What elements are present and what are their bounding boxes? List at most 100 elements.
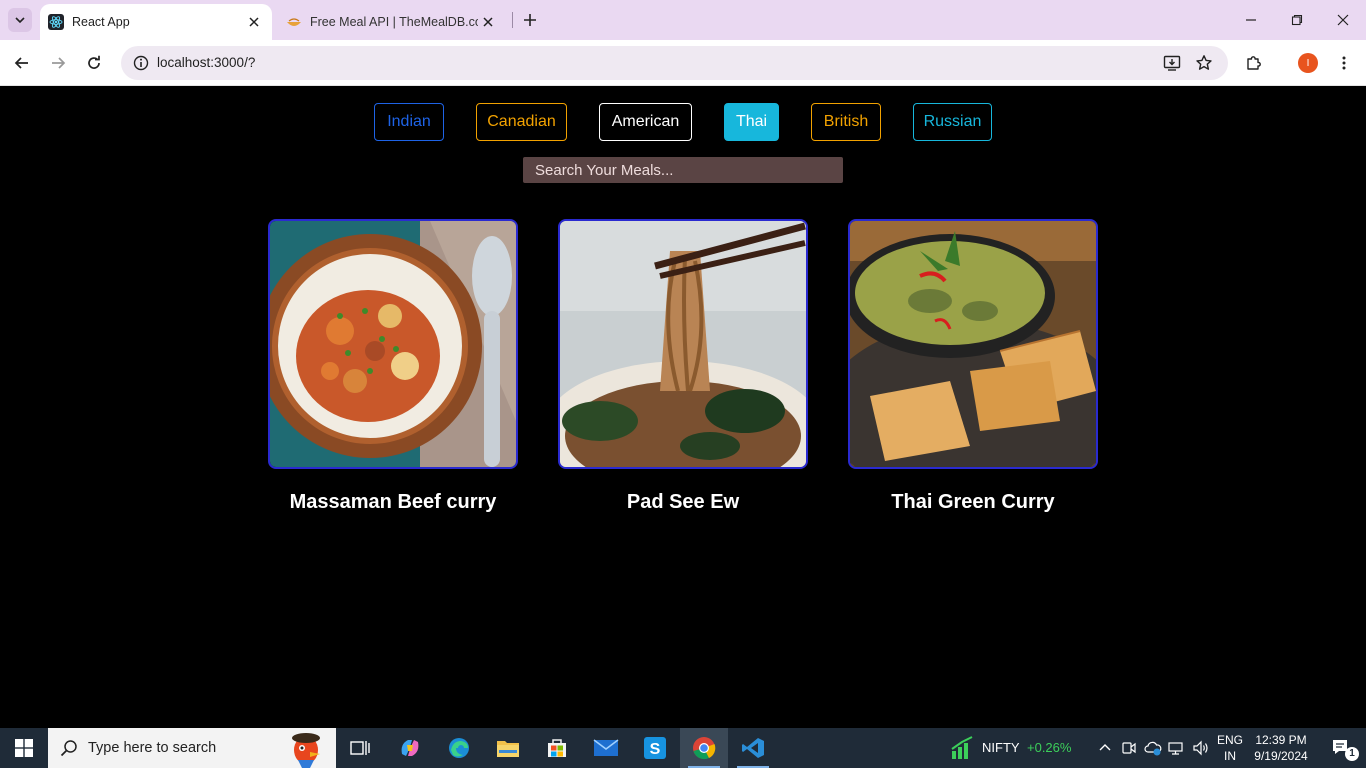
- chevron-up-icon: [1099, 744, 1111, 751]
- meal-card[interactable]: Pad See Ew: [558, 219, 808, 514]
- restore-button[interactable]: [1274, 0, 1320, 40]
- meal-app-page: Indian Canadian American Thai British Ru…: [0, 87, 1366, 728]
- extensions-button[interactable]: [1240, 49, 1268, 77]
- browser-menu-button[interactable]: [1330, 49, 1358, 77]
- mail-button[interactable]: [582, 728, 630, 768]
- search-highlight-icon: [292, 733, 320, 768]
- search-icon: [60, 740, 77, 757]
- url-text: localhost:3000/?: [157, 55, 256, 70]
- vscode-icon: [742, 738, 764, 758]
- clock-date: 9/19/2024: [1254, 749, 1308, 763]
- chrome-icon: [693, 737, 716, 760]
- tab-divider: [512, 12, 513, 28]
- avatar: I: [1298, 53, 1318, 73]
- show-hidden-icons-button[interactable]: [1094, 728, 1116, 768]
- mail-icon: [593, 739, 619, 756]
- windows-logo-icon: [15, 739, 33, 757]
- meal-card[interactable]: Massaman Beef curry: [268, 219, 518, 514]
- arrow-left-icon: [14, 57, 28, 69]
- close-tab-button[interactable]: [244, 12, 264, 32]
- mealdb-logo-icon: [287, 18, 301, 26]
- file-explorer-button[interactable]: [484, 728, 532, 768]
- tab-react-app[interactable]: React App: [40, 4, 272, 40]
- arrow-right-icon: [52, 57, 66, 69]
- meal-search-input[interactable]: [523, 157, 843, 183]
- cloud-sync-icon: [1144, 741, 1162, 756]
- tab-mealdb[interactable]: Free Meal API | TheMealDB.com: [278, 4, 506, 40]
- copilot-button[interactable]: [386, 728, 434, 768]
- close-tab-button[interactable]: [478, 12, 498, 32]
- tab-title: Free Meal API | TheMealDB.com: [310, 15, 478, 29]
- network-icon: [1168, 742, 1183, 755]
- plus-icon: [524, 14, 536, 26]
- back-button[interactable]: [8, 49, 36, 77]
- more-vertical-icon: [1342, 56, 1346, 70]
- pad-see-ew-image[interactable]: [558, 219, 808, 469]
- meal-card[interactable]: Thai Green Curry: [848, 219, 1098, 514]
- browser-tabstrip: React App Free Meal API | TheMealDB.com: [0, 0, 1366, 40]
- skype-button[interactable]: S: [631, 728, 679, 768]
- tab-search-button[interactable]: [8, 8, 32, 32]
- chevron-down-icon: [15, 17, 25, 24]
- input-language-indicator[interactable]: ENG IN: [1214, 732, 1246, 764]
- clock[interactable]: 12:39 PM 9/19/2024: [1250, 732, 1312, 764]
- install-icon: [1163, 55, 1181, 71]
- close-window-button[interactable]: [1320, 0, 1366, 40]
- svg-text:S: S: [650, 741, 661, 758]
- category-button-british[interactable]: British: [811, 103, 881, 141]
- chrome-button[interactable]: [680, 728, 728, 768]
- category-button-indian[interactable]: Indian: [374, 103, 444, 141]
- react-logo-icon: [48, 14, 64, 30]
- volume-button[interactable]: [1190, 728, 1212, 768]
- forward-button[interactable]: [44, 49, 72, 77]
- restore-icon: [1291, 14, 1303, 26]
- category-button-thai[interactable]: Thai: [724, 103, 779, 141]
- close-icon: [249, 17, 259, 27]
- meal-title: Pad See Ew: [626, 491, 740, 513]
- category-button-american[interactable]: American: [599, 103, 692, 141]
- stock-chart-icon: [951, 736, 973, 759]
- reload-button[interactable]: [80, 49, 108, 77]
- clock-time: 12:39 PM: [1255, 733, 1307, 747]
- start-button[interactable]: [0, 728, 48, 768]
- thai-green-curry-image[interactable]: [848, 219, 1098, 469]
- close-icon: [483, 17, 493, 27]
- microsoft-store-button[interactable]: [533, 728, 581, 768]
- category-button-canadian[interactable]: Canadian: [476, 103, 567, 141]
- minimize-button[interactable]: [1228, 0, 1274, 40]
- task-view-button[interactable]: [336, 728, 384, 768]
- bookmark-button[interactable]: [1192, 51, 1216, 75]
- address-bar[interactable]: localhost:3000/?: [121, 46, 1228, 80]
- star-icon: [1196, 55, 1212, 70]
- notification-count-badge: 1: [1345, 747, 1359, 761]
- copilot-icon: [401, 740, 419, 756]
- meal-title: Thai Green Curry: [891, 491, 1055, 513]
- new-tab-button[interactable]: [518, 8, 542, 32]
- ticker-name: NIFTY: [982, 740, 1020, 755]
- stock-ticker-widget[interactable]: NIFTY +0.26%: [948, 728, 1078, 768]
- vscode-button[interactable]: [729, 728, 777, 768]
- camera-icon: [1122, 742, 1136, 754]
- region-code: IN: [1224, 749, 1236, 763]
- folder-icon: [497, 741, 519, 757]
- site-info-button[interactable]: [129, 51, 153, 75]
- taskbar-search-box[interactable]: Type here to search: [48, 728, 336, 768]
- category-button-russian[interactable]: Russian: [913, 103, 992, 141]
- install-app-button[interactable]: [1160, 51, 1184, 75]
- minimize-icon: [1246, 19, 1256, 21]
- meet-now-button[interactable]: [1118, 728, 1140, 768]
- onedrive-button[interactable]: [1142, 728, 1164, 768]
- browser-toolbar: localhost:3000/? I: [0, 40, 1366, 86]
- edge-icon: [449, 738, 469, 758]
- network-button[interactable]: [1166, 728, 1188, 768]
- close-icon: [1337, 14, 1349, 26]
- massaman-beef-curry-image[interactable]: [268, 219, 518, 469]
- tab-title: React App: [72, 15, 130, 29]
- speaker-icon: [1193, 740, 1208, 756]
- skype-icon: S: [644, 737, 666, 759]
- taskbar-search-placeholder: Type here to search: [88, 740, 217, 756]
- windows-taskbar: Type here to search S NIFTY +0.26% ENG I…: [0, 728, 1366, 768]
- profile-button[interactable]: I: [1294, 49, 1322, 77]
- edge-button[interactable]: [435, 728, 483, 768]
- notification-center-button[interactable]: 1: [1318, 728, 1366, 768]
